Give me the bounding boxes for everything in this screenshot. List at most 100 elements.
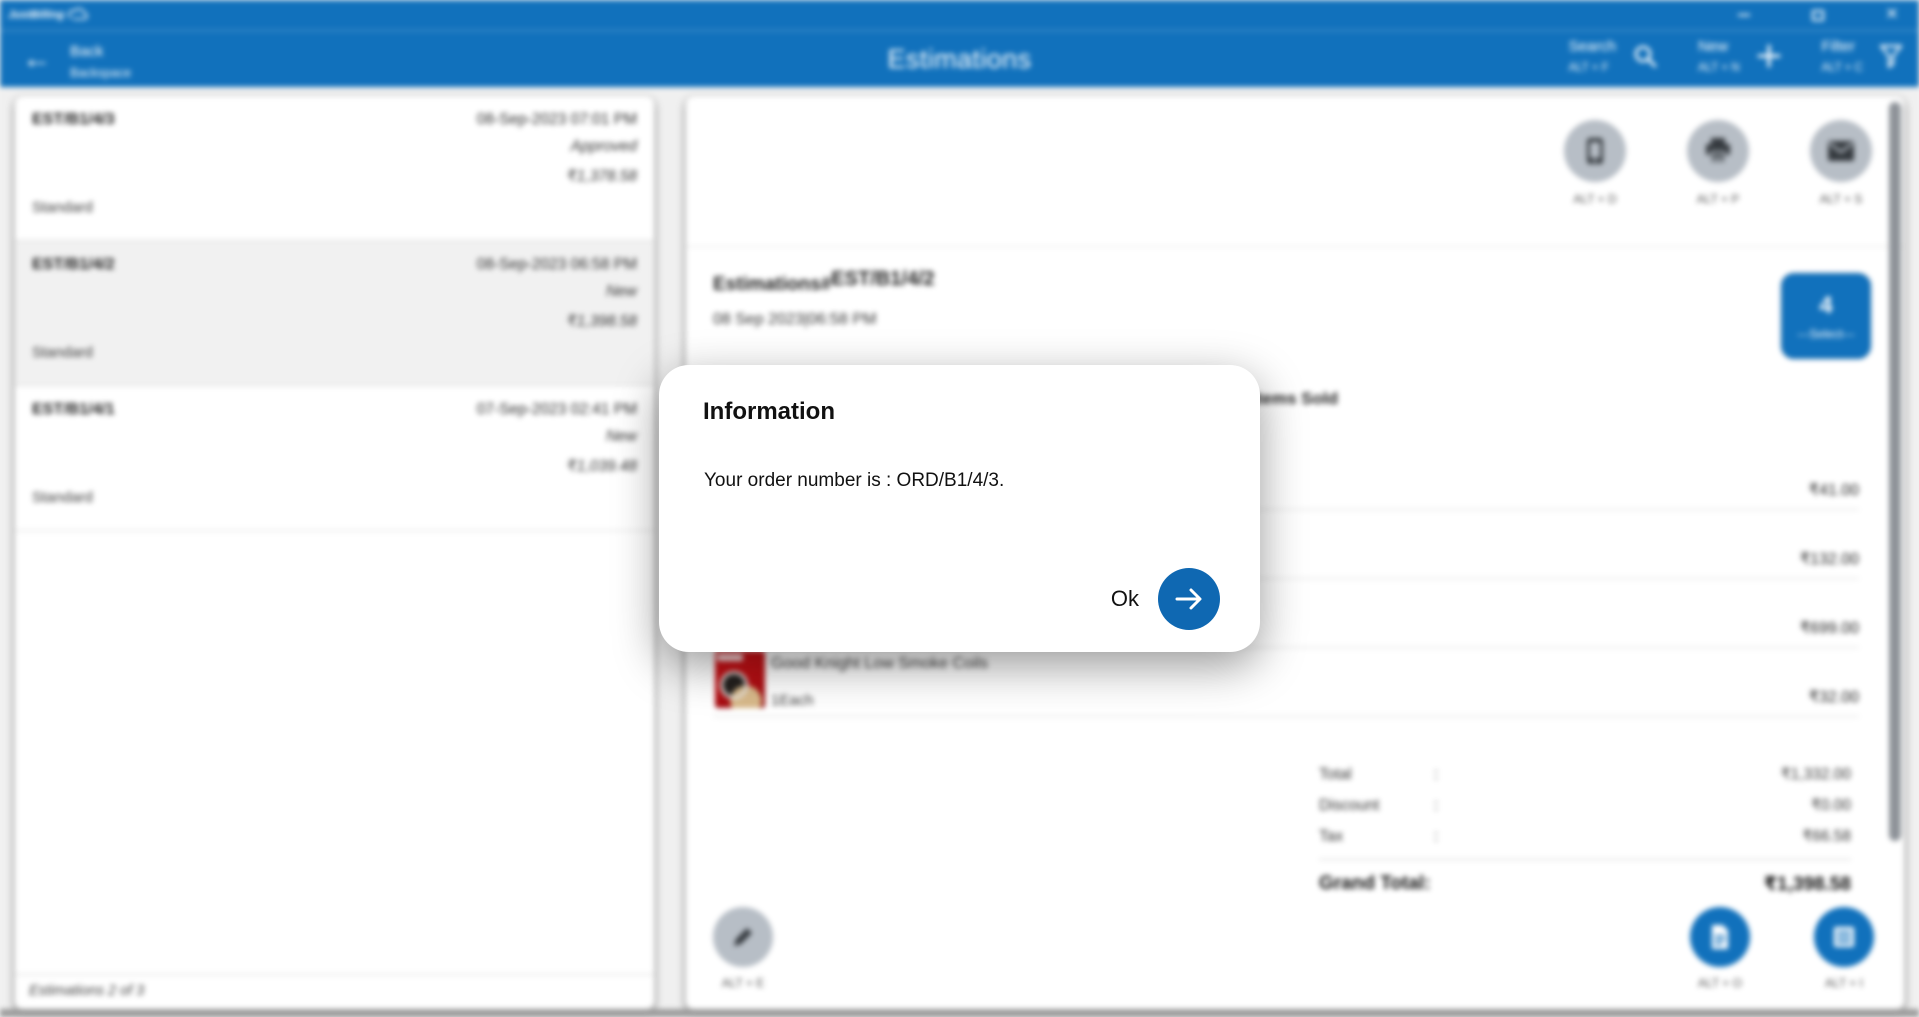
estimation-type: Standard — [32, 199, 637, 216]
app-logo: JustBilling — [8, 8, 88, 22]
printer-icon — [1703, 137, 1733, 165]
line-item-price: ₹699.00 — [1800, 618, 1859, 638]
estimation-id: EST/B1/4/2 — [32, 256, 115, 274]
new-shortcut: ALT + N — [1698, 62, 1739, 74]
estimation-datetime: 08-Sep-2023 06:58 PM — [477, 256, 637, 274]
app-header: ← Back Backspace Estimations Search ALT … — [0, 30, 1919, 87]
estimation-id: EST/B1/4/3 — [32, 111, 115, 129]
filter-label: Filter — [1822, 38, 1863, 55]
order-circle — [1690, 907, 1750, 967]
grand-total-label: Grand Total: — [1319, 873, 1431, 896]
maximize-button[interactable] — [1803, 0, 1833, 30]
estimation-amount: ₹1,378.58 — [32, 167, 637, 186]
detail-header-divider — [686, 246, 1904, 247]
invoice-circle — [1814, 907, 1874, 967]
list-pagination-status: Estimations 2 of 3 — [15, 974, 654, 1009]
grand-total-value: ₹1,398.58 — [1764, 873, 1851, 896]
mail-icon — [1826, 139, 1856, 163]
window-controls: ✕ — [1729, 0, 1907, 30]
order-document-icon — [1708, 923, 1732, 951]
line-item-row: Good Knight Low Smoke Coils 1Each ₹32.00 — [713, 648, 1859, 717]
edit-shortcut: ALT + E — [722, 976, 765, 990]
list-item-est-b1-4-2[interactable]: EST/B1/4/2 08-Sep-2023 06:58 PM New ₹1,3… — [15, 241, 654, 386]
minimize-button[interactable] — [1729, 0, 1759, 30]
convert-to-order-button[interactable]: ALT + O — [1690, 907, 1750, 990]
estimation-status: New — [32, 428, 637, 446]
search-button[interactable]: Search ALT + F — [1569, 38, 1659, 74]
line-item-qty: 1Each — [771, 692, 814, 709]
convert-to-invoice-button[interactable]: ALT + I — [1814, 907, 1874, 990]
mail-circle — [1810, 120, 1872, 182]
line-item-name: Good Knight Low Smoke Coils — [771, 655, 988, 673]
edit-circle — [713, 907, 773, 967]
search-icon — [1632, 43, 1658, 69]
product-image — [715, 651, 765, 708]
tax-row: Tax : ₹66.58 — [1319, 821, 1851, 852]
maximize-icon — [1812, 10, 1824, 21]
edit-button[interactable]: ALT + E — [713, 907, 773, 990]
invoice-shortcut: ALT + I — [1825, 976, 1863, 990]
total-row: Total : ₹1,332.00 — [1319, 759, 1851, 790]
tax-value: ₹66.58 — [1764, 827, 1851, 846]
list-item-est-b1-4-1[interactable]: EST/B1/4/1 07-Sep-2023 02:41 PM New ₹1,0… — [15, 386, 654, 531]
mail-shortcut: ALT + S — [1820, 192, 1863, 206]
print-circle — [1687, 120, 1749, 182]
new-button[interactable]: New ALT + N — [1698, 38, 1781, 74]
estimation-amount: ₹1,398.58 — [32, 312, 637, 331]
pencil-icon — [730, 924, 756, 950]
tax-label: Tax — [1319, 828, 1434, 846]
detail-toolbar: ALT + D ALT + P — [1564, 120, 1872, 206]
dialog-title: Information — [703, 398, 835, 426]
ok-button[interactable]: Ok — [1111, 568, 1220, 630]
window-bottom-edge — [0, 1009, 1919, 1017]
tax-separator: : — [1434, 828, 1764, 846]
select-label: ---Select--- — [1797, 327, 1854, 341]
send-mail-button[interactable]: ALT + S — [1810, 120, 1872, 206]
app-logo-text: JustBilling — [8, 9, 64, 21]
totals-section: Total : ₹1,332.00 Discount : ₹0.00 Tax :… — [1319, 759, 1851, 896]
minimize-icon — [1738, 14, 1750, 16]
estimation-status: Approved — [32, 138, 637, 156]
detail-scrollbar[interactable] — [1889, 102, 1901, 1003]
send-to-device-button[interactable]: ALT + D — [1564, 120, 1626, 206]
plus-icon — [1756, 43, 1782, 69]
dialog-message: Your order number is : ORD/B1/4/3. — [704, 470, 1004, 492]
document-label: Estimations# — [713, 274, 831, 296]
device-circle — [1564, 120, 1626, 182]
list-item-est-b1-4-3[interactable]: EST/B1/4/3 08-Sep-2023 07:01 PM Approved… — [15, 96, 654, 241]
search-label: Search — [1569, 38, 1617, 55]
filter-shortcut: ALT + C — [1822, 62, 1863, 74]
filter-button[interactable]: Filter ALT + C — [1822, 38, 1903, 74]
mobile-device-icon — [1582, 136, 1608, 166]
ok-arrow-circle — [1158, 568, 1220, 630]
line-item-price: ₹32.00 — [1809, 687, 1859, 707]
detail-bottom-actions: ALT + O ALT + I — [1690, 907, 1874, 990]
print-shortcut: ALT + P — [1697, 192, 1740, 206]
close-icon: ✕ — [1885, 7, 1898, 23]
arrow-right-icon — [1174, 586, 1204, 612]
device-shortcut: ALT + D — [1573, 192, 1616, 206]
total-separator: : — [1434, 766, 1764, 784]
estimation-datetime: 08-Sep-2023 07:01 PM — [477, 111, 637, 129]
filter-icon — [1879, 43, 1903, 69]
estimation-type: Standard — [32, 489, 637, 506]
discount-label: Discount — [1319, 797, 1434, 815]
estimation-amount: ₹1,039.48 — [32, 457, 637, 476]
discount-separator: : — [1434, 797, 1764, 815]
grand-total-row: Grand Total: ₹1,398.58 — [1319, 873, 1851, 896]
cloud-icon — [68, 8, 88, 22]
print-button[interactable]: ALT + P — [1687, 120, 1749, 206]
scrollbar-thumb[interactable] — [1889, 102, 1901, 841]
document-header: Estimations# EST/B1/4/2 08 Sep 2023|06:5… — [713, 273, 935, 329]
estimation-type: Standard — [32, 344, 637, 361]
information-dialog: Information Your order number is : ORD/B… — [659, 365, 1260, 652]
estimation-datetime: 07-Sep-2023 02:41 PM — [477, 401, 637, 419]
ok-label: Ok — [1111, 586, 1139, 612]
invoice-list-icon — [1831, 924, 1857, 950]
header-actions: Search ALT + F New ALT + N — [1569, 38, 1903, 74]
close-button[interactable]: ✕ — [1877, 0, 1907, 30]
line-item-price: ₹41.00 — [1809, 480, 1859, 500]
select-count-button[interactable]: 4 ---Select--- — [1781, 273, 1871, 359]
total-label: Total — [1319, 766, 1434, 784]
grand-total-divider — [1319, 859, 1851, 860]
